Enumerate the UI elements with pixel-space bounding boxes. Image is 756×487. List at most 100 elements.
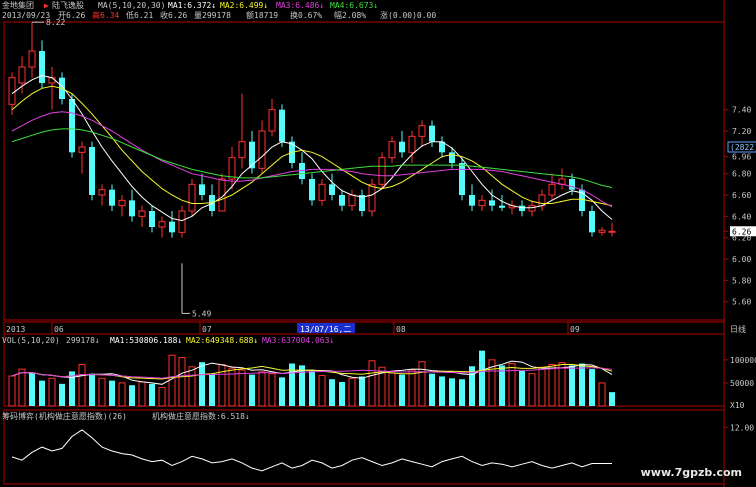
candle-body bbox=[48, 77, 56, 84]
volume-bar bbox=[138, 381, 146, 407]
period-label: 日线 bbox=[730, 324, 746, 334]
volume-bar bbox=[329, 379, 335, 406]
triangle-icon: ▶ bbox=[44, 1, 49, 10]
volume-bar bbox=[449, 378, 455, 406]
volume-bar bbox=[149, 383, 155, 406]
candle-body bbox=[238, 141, 246, 159]
volume-bar bbox=[429, 373, 435, 406]
candle-body bbox=[89, 147, 95, 195]
volume-bar bbox=[388, 372, 396, 407]
candle-body bbox=[368, 183, 376, 212]
price-panel-frame bbox=[3, 21, 725, 321]
indicator-name: 陆飞逸股 bbox=[52, 1, 84, 10]
ma3-value: MA3:6.486↓ bbox=[276, 1, 325, 10]
candle-body bbox=[78, 146, 86, 153]
candle-body bbox=[429, 125, 435, 142]
ma4-value: MA4:6.673↓ bbox=[330, 1, 379, 10]
volume-bar bbox=[129, 385, 135, 406]
ma-params: MA(5,10,20,30) bbox=[98, 1, 166, 10]
volume-bar bbox=[519, 370, 525, 406]
candle-body bbox=[318, 183, 326, 201]
candle-body bbox=[388, 141, 396, 159]
candle-body bbox=[69, 99, 75, 153]
quote-high: 高6.34 bbox=[92, 11, 120, 20]
volume-bar bbox=[368, 360, 376, 407]
candle-body bbox=[329, 184, 335, 195]
price-tick-label: 6.00 bbox=[732, 255, 751, 264]
candle-body bbox=[519, 205, 525, 211]
price-tick-label: 6.80 bbox=[732, 170, 751, 179]
volume-bar bbox=[348, 377, 356, 407]
candle-body bbox=[378, 157, 386, 185]
candle-body bbox=[459, 163, 465, 195]
volume-bar bbox=[569, 365, 575, 406]
volume-bar bbox=[399, 374, 405, 406]
date-tick-label: 09 bbox=[570, 325, 580, 334]
price-tick-label: 5.80 bbox=[732, 276, 751, 285]
price-tick-label: 6.60 bbox=[732, 191, 751, 200]
volume-bar bbox=[199, 362, 205, 406]
volume-bar bbox=[59, 383, 65, 406]
candle-body bbox=[118, 199, 126, 207]
price-tick-label: 6.96 bbox=[732, 153, 751, 162]
candle-body bbox=[169, 221, 175, 233]
volume-bar bbox=[548, 363, 556, 407]
quote-open: 开6.26 bbox=[58, 11, 86, 20]
volume-bar bbox=[598, 382, 606, 407]
price-tick-label: 5.60 bbox=[732, 298, 751, 307]
candle-body bbox=[608, 230, 616, 233]
volume-bar bbox=[339, 382, 345, 406]
candle-body bbox=[158, 221, 166, 228]
indicator-tick-label: 12.00 bbox=[730, 423, 754, 432]
volume-bar bbox=[279, 377, 285, 406]
candle-body bbox=[339, 195, 345, 206]
volume-bar bbox=[118, 382, 126, 407]
volume-bar bbox=[98, 377, 106, 407]
quote-amplitude: 幅2.08% bbox=[334, 11, 367, 20]
volume-bar bbox=[299, 365, 305, 406]
candle-body bbox=[348, 194, 356, 207]
volume-label: VOL(5,10,20) bbox=[2, 336, 60, 345]
candle-body bbox=[18, 66, 26, 84]
candle-body bbox=[228, 157, 236, 180]
watermark: www.7gpzb.com bbox=[640, 466, 742, 479]
price-tick-label: 6.40 bbox=[732, 212, 751, 221]
volume-bar bbox=[168, 354, 176, 407]
price-tick-label: 6.20 bbox=[732, 234, 751, 243]
candle-body bbox=[149, 211, 155, 227]
cursor-date-label: 13/07/16,二 bbox=[300, 325, 351, 334]
volume-bar bbox=[439, 376, 445, 406]
volume-bar bbox=[359, 376, 365, 406]
candle-body bbox=[309, 179, 315, 201]
candle-body bbox=[528, 205, 536, 212]
volume-bar bbox=[109, 380, 115, 406]
quote-low: 低6.21 bbox=[126, 11, 154, 20]
volume-bar bbox=[209, 373, 215, 406]
quote-date: 2013/09/23 bbox=[2, 11, 51, 20]
candle-body bbox=[109, 189, 115, 206]
date-tick-label: 2013 bbox=[6, 325, 25, 334]
ma1-value: MA1:6.372↓ bbox=[168, 1, 217, 10]
candle-body bbox=[178, 210, 186, 233]
candle-body bbox=[129, 200, 135, 217]
volume-bar bbox=[508, 363, 516, 407]
candle-body bbox=[98, 189, 106, 196]
candle-body bbox=[8, 77, 16, 105]
indicator-line bbox=[11, 429, 612, 472]
candle-body bbox=[569, 179, 575, 190]
stock-chart-window: 7.40 7.20 6.96 6.80 6.60 6.40 6.26 6.20 6.00 5.80… bbox=[0, 0, 756, 487]
volume-value: 299178↓ bbox=[66, 336, 100, 345]
candle-body bbox=[28, 50, 36, 68]
volume-bar bbox=[408, 369, 416, 407]
price-count-text: (2822) bbox=[730, 143, 756, 152]
candle-body bbox=[489, 200, 495, 206]
volume-ma3: MA3:637004.063↓ bbox=[262, 336, 335, 345]
volume-bar bbox=[258, 371, 266, 407]
volume-bar bbox=[39, 380, 45, 406]
volume-bar bbox=[158, 387, 166, 407]
volume-bar bbox=[318, 375, 326, 407]
volume-bar bbox=[528, 373, 536, 407]
volume-bar bbox=[558, 362, 566, 407]
indicator-label: 筹码博弈(机构做庄意愿指数)(26) bbox=[2, 412, 127, 421]
quote-turnover: 换0.67% bbox=[290, 11, 323, 20]
